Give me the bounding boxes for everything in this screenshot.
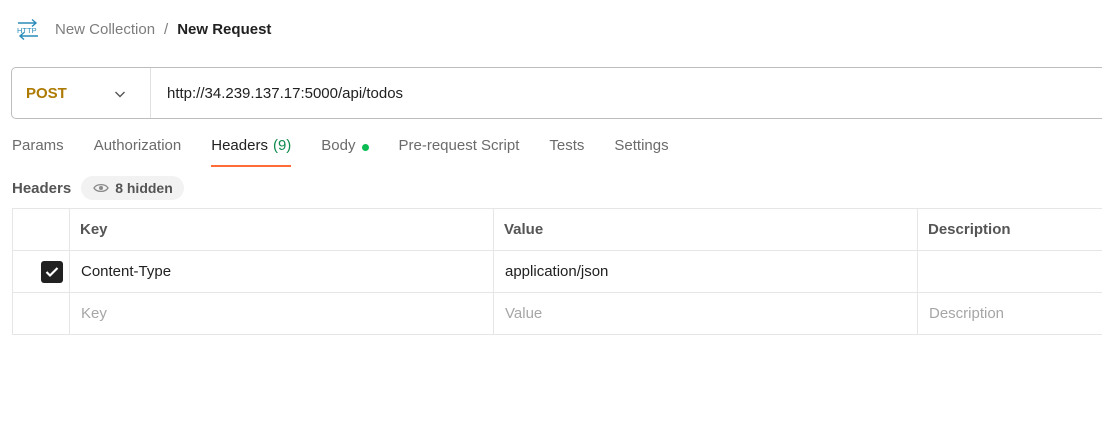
tab-label: Headers [211,137,268,154]
row-checkbox[interactable] [41,260,63,283]
column-header-select [12,208,70,251]
tab-label: Pre-request Script [398,137,520,154]
new-description-input[interactable]: Description [917,292,1102,335]
tab-label: Body [321,137,356,154]
request-bar: POST [11,67,1102,119]
tab-label: Authorization [93,137,182,154]
body-indicator-dot [361,144,369,151]
new-key-input[interactable]: Key [69,292,494,335]
hidden-headers-label: 8 hidden [115,180,173,196]
breadcrumb: HTTP New Collection / New Request [16,16,271,42]
request-tabs: Params Authorization Headers (9) Body Pr… [12,137,699,169]
tab-label: Settings [614,137,669,154]
tab-headers[interactable]: Headers (9) [211,137,292,167]
chevron-down-icon [114,87,126,99]
headers-subheader: Headers 8 hidden [12,176,184,200]
hidden-headers-toggle[interactable]: 8 hidden [81,176,184,200]
header-value-cell[interactable]: application/json [493,250,918,293]
table-row-new: Key Value Description [12,292,1102,335]
http-icon: HTTP [16,18,40,40]
breadcrumb-collection[interactable]: New Collection [55,21,155,38]
new-value-input[interactable]: Value [493,292,918,335]
tab-body[interactable]: Body [321,137,369,167]
breadcrumb-request-name[interactable]: New Request [177,21,271,38]
headers-count: (9) [272,137,292,154]
method-label: POST [26,84,67,102]
tab-params[interactable]: Params [12,137,64,167]
headers-title: Headers [12,179,72,197]
headers-table: Key Value Description Content-Type appli… [12,208,1102,335]
tab-settings[interactable]: Settings [614,137,668,167]
tab-label: Tests [549,137,585,154]
column-header-key: Key [69,208,494,251]
url-input[interactable] [151,68,1102,118]
header-key-cell[interactable]: Content-Type [69,250,494,293]
eye-icon [93,182,109,194]
table-row: Content-Type application/json [12,250,1102,293]
method-select[interactable]: POST [12,68,151,118]
check-icon [45,266,59,277]
tab-label: Params [12,137,64,154]
svg-text:HTTP: HTTP [17,26,37,35]
column-header-value: Value [493,208,918,251]
tab-authorization[interactable]: Authorization [94,137,182,167]
table-header-row: Key Value Description [12,208,1102,251]
tab-pre-request-script[interactable]: Pre-request Script [399,137,520,167]
row-checkbox-cell [12,250,70,293]
breadcrumb-separator: / [164,20,169,38]
header-description-cell[interactable] [917,250,1102,293]
new-row-checkbox-cell [12,292,70,335]
column-header-description: Description [917,208,1102,251]
tab-tests[interactable]: Tests [549,137,584,167]
